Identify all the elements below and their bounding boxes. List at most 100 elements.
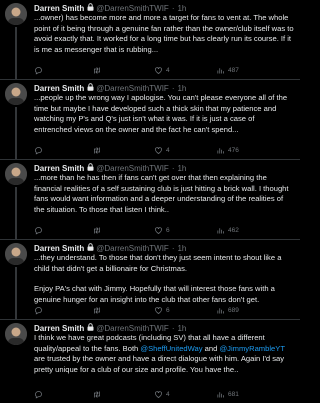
tweet-text: ...they understand. To those that don't … [34,253,294,305]
avatar[interactable] [5,3,27,25]
like-count: 4 [166,66,170,74]
tweet-text: ...people up the wrong way I apologise. … [34,93,294,135]
view-count: 476 [228,146,239,154]
reply-button[interactable] [34,390,92,399]
reply-button[interactable] [34,66,92,75]
views-button[interactable]: 487 [216,66,276,75]
like-button[interactable]: 4 [154,390,216,399]
like-button[interactable]: 4 [154,66,216,75]
like-count: 4 [166,146,170,154]
like-button[interactable]: 6 [154,226,216,235]
tweet-text-segment: and [202,343,220,353]
tweet-actions: 6 689 [34,305,294,315]
separator-dot: · [171,243,175,253]
tweet-text-paragraph: ...people up the wrong way I apologise. … [34,93,288,134]
views-button[interactable]: 681 [216,390,276,399]
timestamp[interactable]: 1h [177,244,186,253]
retweet-icon [94,66,100,74]
like-count: 6 [166,226,170,234]
avatar[interactable] [5,163,27,185]
author-handle[interactable]: @DarrenSmithTWIF [96,164,169,173]
timestamp[interactable]: 1h [177,164,186,173]
tweet[interactable]: Darren Smith @DarrenSmithTWIF · 1h ...mo… [0,160,300,240]
views-icon [217,307,224,313]
timestamp[interactable]: 1h [177,4,186,13]
separator-dot: · [171,163,175,173]
retweet-icon [94,390,100,398]
like-count: 6 [166,306,170,314]
author-handle[interactable]: @DarrenSmithTWIF [96,84,169,93]
tweet-text-paragraph: I think we have great podcasts (includin… [34,333,294,375]
mention-link[interactable]: @JimmyRambleYT [219,344,284,353]
tweet-text: I think we have great podcasts (includin… [34,333,294,375]
reply-button[interactable] [34,226,92,235]
tweet-thread: Darren Smith @DarrenSmithTWIF · 1h ...ow… [0,0,300,403]
tweet[interactable]: Darren Smith @DarrenSmithTWIF · 1h ...pe… [0,80,300,160]
views-button[interactable]: 462 [216,226,276,235]
author-name[interactable]: Darren Smith [34,4,84,13]
separator-dot: · [171,3,175,13]
lock-icon [87,3,94,13]
heart-icon [155,390,162,398]
tweet-actions: 6 462 [34,225,294,235]
views-icon [217,147,224,153]
retweet-icon [94,226,100,234]
retweet-icon [94,306,100,314]
views-icon [217,227,224,233]
like-button[interactable]: 4 [154,146,216,155]
tweet-text-paragraph: ...more than he has then if fans can't g… [34,173,289,214]
view-count: 689 [228,306,239,314]
views-button[interactable]: 689 [216,306,276,315]
retweet-button[interactable] [92,226,154,235]
tweet[interactable]: Darren Smith @DarrenSmithTWIF · 1h ...th… [0,240,300,320]
heart-icon [155,226,162,234]
views-icon [217,391,224,397]
mention-link[interactable]: @SheffUnitedWay [140,344,202,353]
reply-button[interactable] [34,146,92,155]
avatar[interactable] [5,83,27,105]
lock-icon [87,323,94,333]
reply-icon [35,146,42,155]
author-name[interactable]: Darren Smith [34,164,84,173]
reply-icon [35,306,42,315]
retweet-button[interactable] [92,66,154,75]
separator-dot: · [171,323,175,333]
author-handle[interactable]: @DarrenSmithTWIF [96,4,169,13]
retweet-button[interactable] [92,306,154,315]
view-count: 681 [228,390,239,398]
tweet-actions: 4 681 [34,389,294,399]
reply-button[interactable] [34,306,92,315]
tweet[interactable]: Darren Smith @DarrenSmithTWIF · 1h I thi… [0,320,300,403]
author-name[interactable]: Darren Smith [34,324,84,333]
tweet[interactable]: Darren Smith @DarrenSmithTWIF · 1h ...ow… [0,0,300,80]
retweet-button[interactable] [92,146,154,155]
retweet-button[interactable] [92,390,154,399]
avatar[interactable] [5,243,27,265]
author-name[interactable]: Darren Smith [34,84,84,93]
author-handle[interactable]: @DarrenSmithTWIF [96,324,169,333]
thread-line [15,27,17,79]
views-button[interactable]: 476 [216,146,276,155]
tweet-text: ...owner) has become more and more a tar… [34,13,294,55]
lock-icon [87,83,94,93]
author-handle[interactable]: @DarrenSmithTWIF [96,244,169,253]
timestamp[interactable]: 1h [177,324,186,333]
view-count: 487 [228,66,239,74]
reply-icon [35,66,42,75]
tweet-text-paragraph: Enjoy PA's chat with Jimmy. Hopefully th… [34,284,275,304]
like-button[interactable]: 6 [154,306,216,315]
thread-line [15,107,17,159]
view-count: 462 [228,226,239,234]
like-count: 4 [166,390,170,398]
author-name[interactable]: Darren Smith [34,244,84,253]
tweet-actions: 4 487 [34,65,294,75]
separator-dot: · [171,83,175,93]
tweet-text-segment: are trusted by the owner and have a dire… [34,354,285,374]
tweet-text-paragraph: ...they understand. To those that don't … [34,253,282,273]
tweet-text: ...more than he has then if fans can't g… [34,173,294,215]
avatar[interactable] [5,323,27,345]
retweet-icon [94,146,100,154]
thread-line [15,267,17,319]
heart-icon [155,146,162,154]
timestamp[interactable]: 1h [177,84,186,93]
